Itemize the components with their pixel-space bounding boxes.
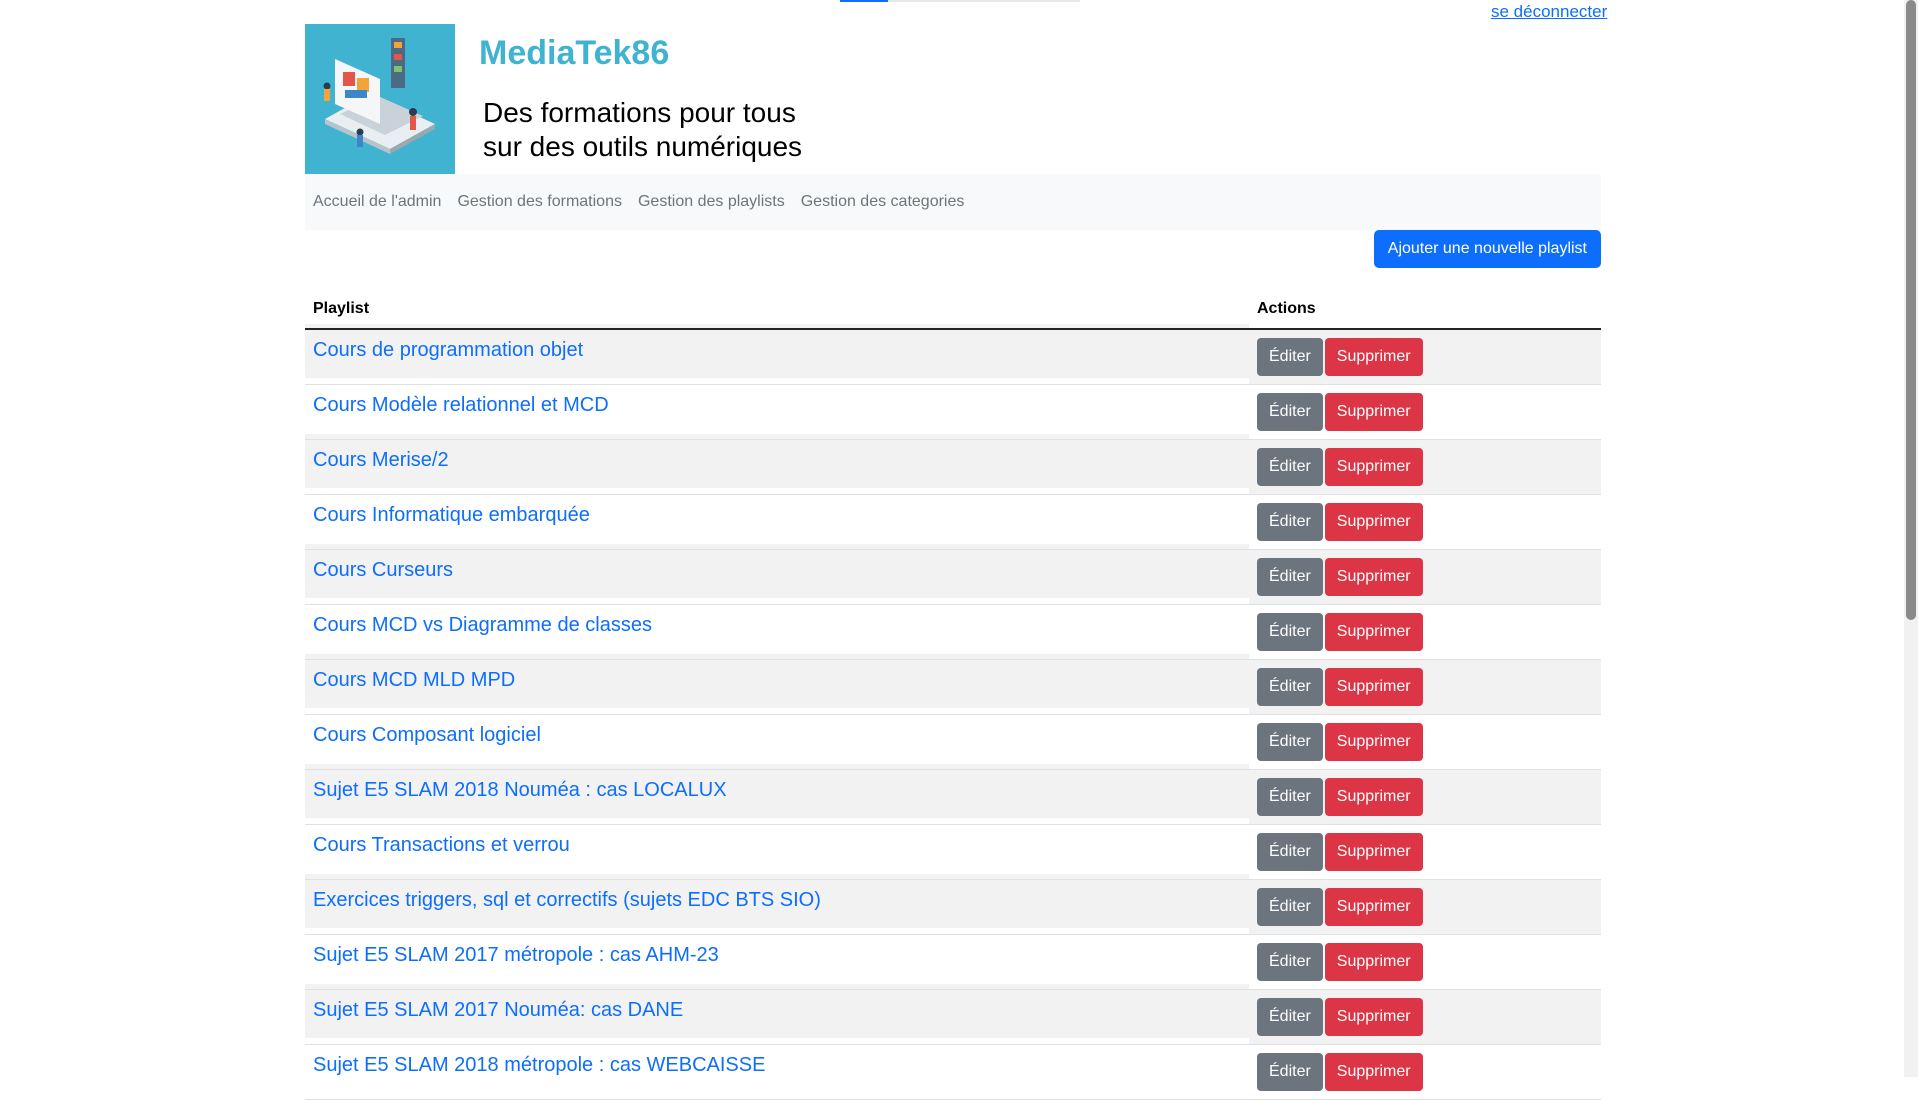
playlist-name-link[interactable]: Cours de programmation objet xyxy=(305,323,1249,378)
row-actions: Éditer Supprimer xyxy=(1249,879,1601,934)
delete-button[interactable]: Supprimer xyxy=(1324,887,1423,926)
page-scrollbar[interactable] xyxy=(1904,0,1918,1077)
table-row: Cours MCD MLD MPD Éditer Supprimer xyxy=(305,659,1601,714)
column-header-actions: Actions xyxy=(1257,300,1316,317)
table-row: Cours Composant logiciel Éditer Supprimer xyxy=(305,714,1601,769)
delete-button[interactable]: Supprimer xyxy=(1324,942,1423,981)
table-row: Sujet E5 SLAM 2018 métropole : cas WEBCA… xyxy=(305,1044,1601,1099)
row-actions: Éditer Supprimer xyxy=(1249,604,1601,659)
table-row: Cours Modèle relationnel et MCD Éditer Sup… xyxy=(305,384,1601,439)
playlist-name-link[interactable]: Sujet E5 SLAM 2017 métropole : cas AHM-2… xyxy=(305,928,1249,983)
edit-button[interactable]: Éditer xyxy=(1257,1052,1323,1091)
edit-button[interactable]: Éditer xyxy=(1257,667,1323,706)
playlist-name-link[interactable]: Cours Composant logiciel xyxy=(305,708,1249,763)
delete-button[interactable]: Supprimer xyxy=(1324,447,1423,486)
nav-item-categories[interactable]: Gestion des categories xyxy=(801,193,965,211)
row-actions: Éditer Supprimer xyxy=(1249,329,1601,384)
edit-button[interactable]: Éditer xyxy=(1257,612,1323,651)
table-body: Cours de programmation objet Éditer Suppri… xyxy=(305,329,1601,1099)
site-tagline: Des formations pour tous sur des outils … xyxy=(483,97,803,162)
table-row: Cours Merise/2 Éditer Supprimer xyxy=(305,439,1601,494)
row-actions: Éditer Supprimer xyxy=(1249,934,1601,989)
edit-button[interactable]: Éditer xyxy=(1257,777,1323,816)
edit-button[interactable]: Éditer xyxy=(1257,832,1323,871)
delete-button[interactable]: Supprimer xyxy=(1324,997,1423,1036)
table-row: Sujet E5 SLAM 2018 Nouméa : cas LOCALUX É… xyxy=(305,769,1601,824)
nav-item-formations[interactable]: Gestion des formations xyxy=(457,193,622,211)
delete-button[interactable]: Supprimer xyxy=(1324,337,1423,376)
edit-button[interactable]: Éditer xyxy=(1257,392,1323,431)
scrollbar-thumb[interactable] xyxy=(1906,0,1916,620)
row-actions: Éditer Supprimer xyxy=(1249,989,1601,1044)
top-progress-indicator xyxy=(840,0,1080,2)
delete-button[interactable]: Supprimer xyxy=(1324,667,1423,706)
table-row: Cours de programmation objet Éditer Suppri… xyxy=(305,329,1601,384)
logo-image xyxy=(305,24,455,174)
table-row: Sujet E5 SLAM 2017 métropole : cas AHM-2… xyxy=(305,934,1601,989)
delete-button[interactable]: Supprimer xyxy=(1324,502,1423,541)
brand-title: MediaTek86 xyxy=(479,34,670,72)
edit-button[interactable]: Éditer xyxy=(1257,722,1323,761)
row-actions: Éditer Supprimer xyxy=(1249,824,1601,879)
playlist-name-link[interactable]: Cours Informatique embarquée xyxy=(305,488,1249,543)
edit-button[interactable]: Éditer xyxy=(1257,557,1323,596)
table-row: Sujet E5 SLAM 2017 Nouméa: cas DANE Édite… xyxy=(305,989,1601,1044)
row-actions: Éditer Supprimer xyxy=(1249,549,1601,604)
playlist-name-link[interactable]: Sujet E5 SLAM 2017 Nouméa: cas DANE xyxy=(305,983,1249,1038)
playlist-name-link[interactable]: Cours Transactions et verrou xyxy=(305,818,1249,873)
playlist-name-link[interactable]: Exercices triggers, sql et correctifs (s… xyxy=(305,873,1249,928)
nav-item-playlists[interactable]: Gestion des playlists xyxy=(638,193,785,211)
table-row: Cours Transactions et verrou Éditer Suppri… xyxy=(305,824,1601,879)
playlist-name-link[interactable]: Sujet E5 SLAM 2018 métropole : cas WEBCA… xyxy=(305,1038,1249,1093)
site-header: MediaTek86 Des formations pour tous sur … xyxy=(305,24,1601,174)
edit-button[interactable]: Éditer xyxy=(1257,447,1323,486)
table-row: Cours Curseurs Éditer Supprimer xyxy=(305,549,1601,604)
playlist-name-link[interactable]: Cours Merise/2 xyxy=(305,433,1249,488)
main-container: MediaTek86 Des formations pour tous sur … xyxy=(305,24,1601,1100)
row-actions: Éditer Supprimer xyxy=(1249,714,1601,769)
delete-button[interactable]: Supprimer xyxy=(1324,722,1423,761)
delete-button[interactable]: Supprimer xyxy=(1324,392,1423,431)
playlist-name-link[interactable]: Sujet E5 SLAM 2018 Nouméa : cas LOCALUX xyxy=(305,763,1249,818)
delete-button[interactable]: Supprimer xyxy=(1324,832,1423,871)
toolbar: Ajouter une nouvelle playlist xyxy=(305,230,1601,270)
delete-button[interactable]: Supprimer xyxy=(1324,777,1423,816)
edit-button[interactable]: Éditer xyxy=(1257,942,1323,981)
edit-button[interactable]: Éditer xyxy=(1257,997,1323,1036)
nav-item-admin-home[interactable]: Accueil de l'admin xyxy=(313,193,441,211)
playlist-name-link[interactable]: Cours Curseurs xyxy=(305,543,1249,598)
edit-button[interactable]: Éditer xyxy=(1257,502,1323,541)
logout-link[interactable]: se déconnecter xyxy=(1491,2,1607,22)
table-row: Exercices triggers, sql et correctifs (s… xyxy=(305,879,1601,934)
row-actions: Éditer Supprimer xyxy=(1249,1044,1601,1099)
add-playlist-button[interactable]: Ajouter une nouvelle playlist xyxy=(1373,230,1601,268)
playlists-table: Playlist Actions Cours de programmation … xyxy=(305,286,1601,1100)
playlist-name-link[interactable]: Cours Modèle relationnel et MCD xyxy=(305,378,1249,433)
edit-button[interactable]: Éditer xyxy=(1257,887,1323,926)
row-actions: Éditer Supprimer xyxy=(1249,384,1601,439)
delete-button[interactable]: Supprimer xyxy=(1324,1052,1423,1091)
delete-button[interactable]: Supprimer xyxy=(1324,557,1423,596)
table-row: Cours Informatique embarquée Éditer Suppri… xyxy=(305,494,1601,549)
table-row: Cours MCD vs Diagramme de classes Éditer S… xyxy=(305,604,1601,659)
admin-navbar: Accueil de l'admin Gestion des formation… xyxy=(305,174,1601,230)
row-actions: Éditer Supprimer xyxy=(1249,659,1601,714)
delete-button[interactable]: Supprimer xyxy=(1324,612,1423,651)
row-actions: Éditer Supprimer xyxy=(1249,494,1601,549)
row-actions: Éditer Supprimer xyxy=(1249,769,1601,824)
playlist-name-link[interactable]: Cours MCD MLD MPD xyxy=(305,653,1249,708)
row-actions: Éditer Supprimer xyxy=(1249,439,1601,494)
playlist-name-link[interactable]: Cours MCD vs Diagramme de classes xyxy=(305,598,1249,653)
edit-button[interactable]: Éditer xyxy=(1257,337,1323,376)
